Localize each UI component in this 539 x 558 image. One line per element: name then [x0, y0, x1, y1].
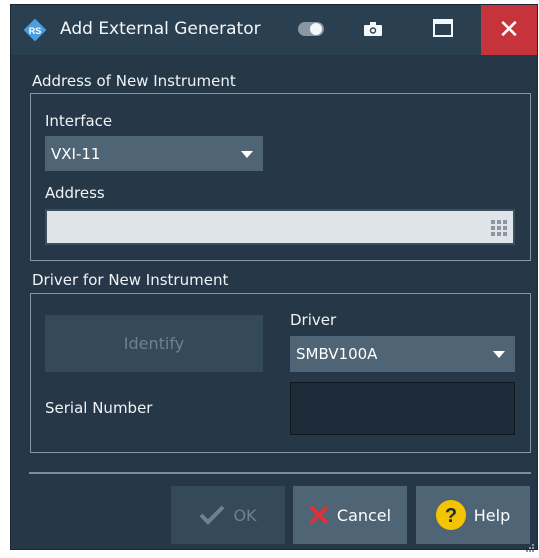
- cancel-label: Cancel: [336, 505, 392, 525]
- driver-select[interactable]: SMBV100A: [290, 336, 515, 372]
- ok-button[interactable]: OK: [171, 486, 285, 544]
- cancel-button[interactable]: Cancel: [293, 486, 407, 544]
- transparency-toggle-button[interactable]: [291, 5, 331, 55]
- camera-icon: [364, 21, 382, 40]
- close-icon: ✕: [498, 15, 520, 45]
- svg-text:?: ?: [445, 505, 457, 527]
- help-label: Help: [473, 505, 511, 525]
- address-group-title: Address of New Instrument: [32, 72, 236, 90]
- serial-number-field: [290, 382, 515, 435]
- svg-text:RS: RS: [29, 26, 42, 36]
- address-label: Address: [45, 184, 105, 202]
- keypad-icon[interactable]: [491, 220, 507, 236]
- driver-label: Driver: [290, 311, 337, 329]
- resize-grip-icon[interactable]: [524, 537, 534, 552]
- cancel-x-icon: [309, 505, 329, 525]
- driver-group-title: Driver for New Instrument: [32, 271, 229, 289]
- checkmark-icon: [199, 505, 225, 525]
- ok-label: OK: [233, 505, 257, 525]
- screenshot-button[interactable]: [358, 5, 388, 55]
- identify-button[interactable]: Identify: [45, 315, 263, 372]
- separator-line: [29, 472, 531, 474]
- maximize-icon: [433, 19, 453, 41]
- rohde-schwarz-logo-icon: RS: [23, 18, 47, 42]
- address-input[interactable]: [45, 209, 515, 245]
- close-button[interactable]: ✕: [481, 5, 537, 55]
- chevron-down-icon: [241, 150, 253, 158]
- help-question-icon: ?: [435, 500, 466, 530]
- driver-select-value: SMBV100A: [296, 345, 378, 363]
- interface-select[interactable]: VXI-11: [45, 136, 263, 171]
- chevron-down-icon: [493, 351, 505, 358]
- maximize-button[interactable]: [426, 5, 460, 55]
- interface-select-value: VXI-11: [51, 144, 101, 163]
- window-title: Add External Generator: [60, 19, 261, 39]
- add-external-generator-dialog: RS Add External Generator ✕ Address of N…: [10, 4, 538, 552]
- interface-label: Interface: [45, 112, 113, 130]
- serial-number-label: Serial Number: [45, 399, 153, 417]
- toggle-icon: [298, 21, 324, 40]
- help-button[interactable]: ? Help: [416, 486, 530, 544]
- title-bar[interactable]: RS Add External Generator ✕: [11, 5, 537, 55]
